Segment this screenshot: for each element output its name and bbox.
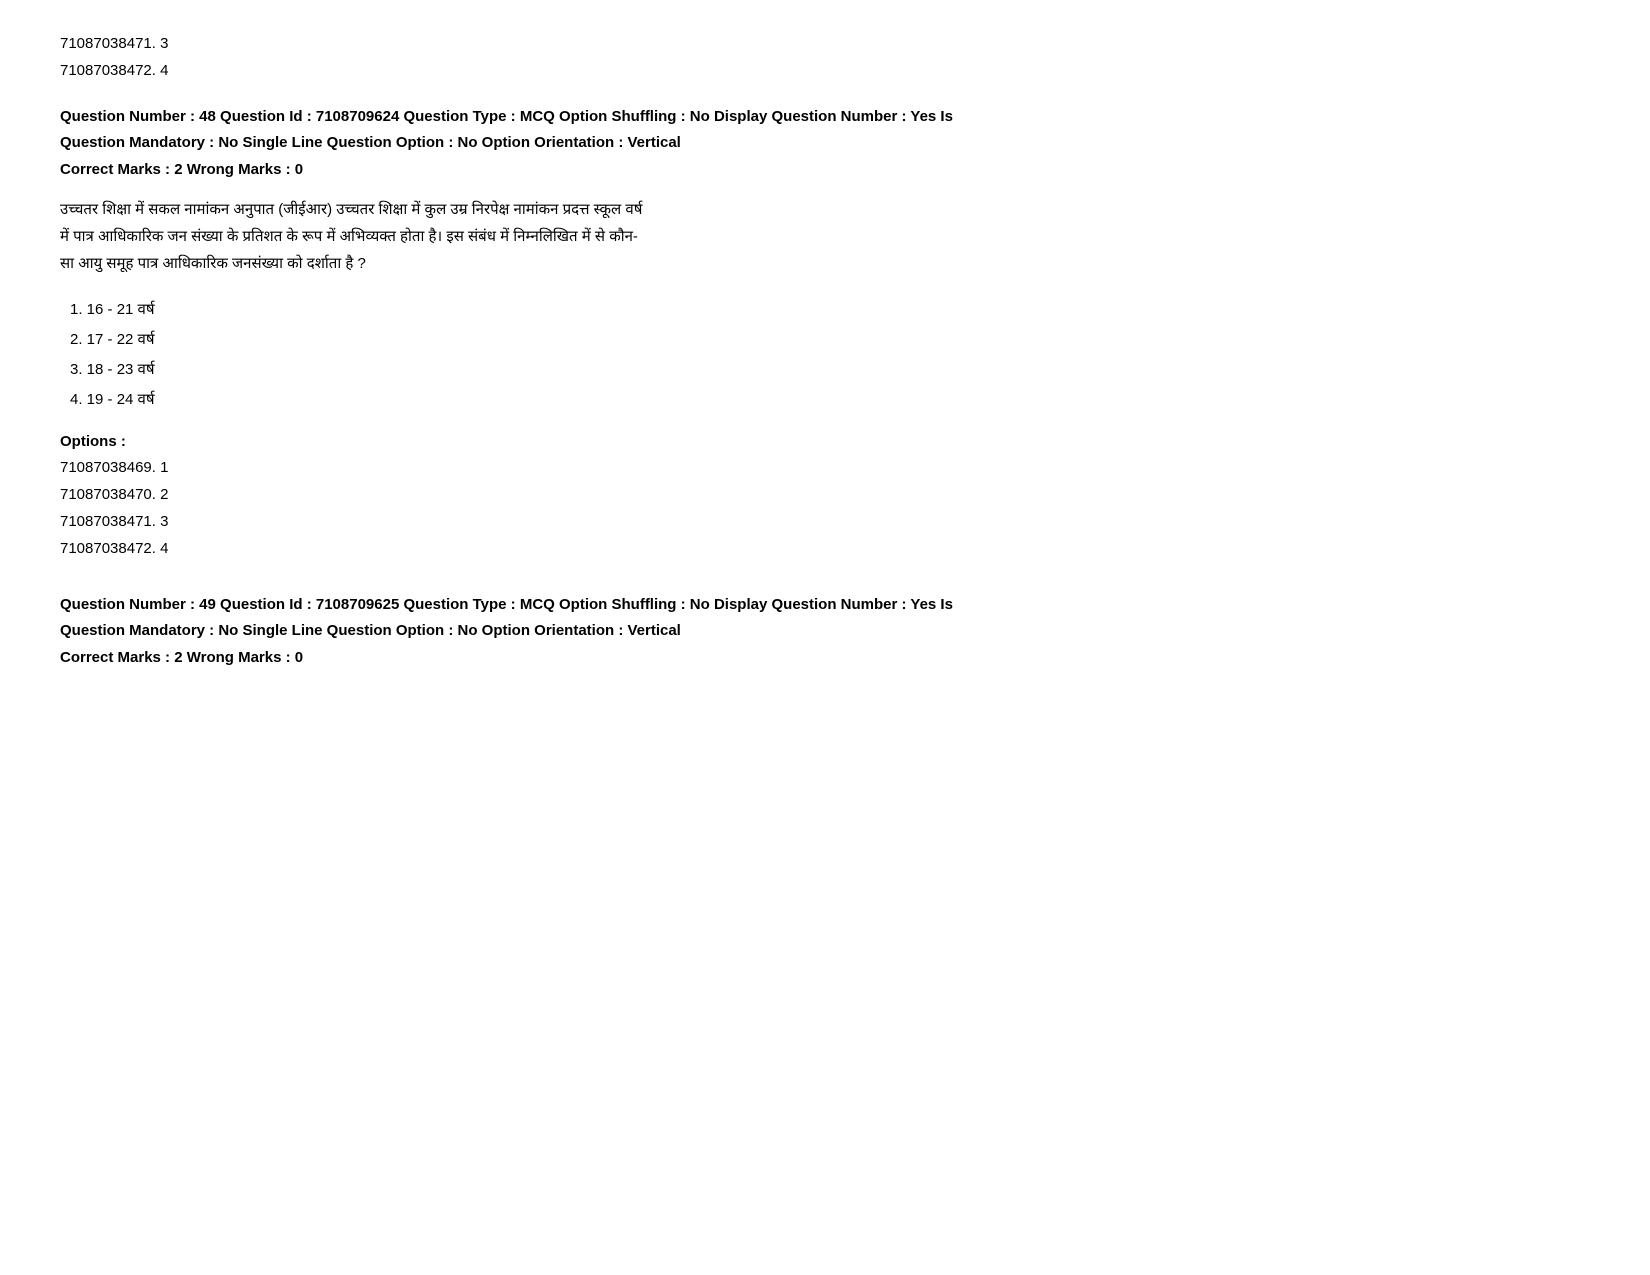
question-48-header-line2: Question Mandatory : No Single Line Ques…: [60, 130, 1590, 156]
question-49-marks: Correct Marks : 2 Wrong Marks : 0: [60, 649, 1590, 666]
choice-1: 1. 16 - 21 वर्ष: [70, 295, 1590, 325]
question-48-body: उच्चतर शिक्षा में सकल नामांकन अनुपात (जी…: [60, 196, 1590, 277]
choice-2: 2. 17 - 22 वर्ष: [70, 325, 1590, 355]
question-48-section: Question Number : 48 Question Id : 71087…: [60, 104, 1590, 562]
question-48-header: Question Number : 48 Question Id : 71087…: [60, 104, 1590, 155]
ans-opt-2: 71087038470. 2: [60, 481, 1590, 508]
ans-opt-4: 71087038472. 4: [60, 535, 1590, 562]
question-48-body-line1: उच्चतर शिक्षा में सकल नामांकन अनुपात (जी…: [60, 196, 1590, 223]
options-label-48: Options :: [60, 433, 1590, 450]
question-49-section: Question Number : 49 Question Id : 71087…: [60, 592, 1590, 666]
question-48-marks: Correct Marks : 2 Wrong Marks : 0: [60, 161, 1590, 178]
question-49-header: Question Number : 49 Question Id : 71087…: [60, 592, 1590, 643]
ans-opt-3: 71087038471. 3: [60, 508, 1590, 535]
question-48-answer-options: 71087038469. 1 71087038470. 2 7108703847…: [60, 454, 1590, 562]
question-49-header-line1: Question Number : 49 Question Id : 71087…: [60, 592, 1590, 618]
choice-4: 4. 19 - 24 वर्ष: [70, 385, 1590, 415]
prev-option-3: 71087038471. 3: [60, 30, 1590, 57]
question-48-header-line1: Question Number : 48 Question Id : 71087…: [60, 104, 1590, 130]
prev-question-options: 71087038471. 3 71087038472. 4: [60, 30, 1590, 84]
ans-opt-1: 71087038469. 1: [60, 454, 1590, 481]
prev-option-4: 71087038472. 4: [60, 57, 1590, 84]
question-48-body-line3: सा आयु समूह पात्र आधिकारिक जनसंख्या को द…: [60, 250, 1590, 277]
question-49-header-line2: Question Mandatory : No Single Line Ques…: [60, 618, 1590, 644]
question-48-body-line2: में पात्र आधिकारिक जन संख्या के प्रतिशत …: [60, 223, 1590, 250]
choice-3: 3. 18 - 23 वर्ष: [70, 355, 1590, 385]
question-48-choices: 1. 16 - 21 वर्ष 2. 17 - 22 वर्ष 3. 18 - …: [70, 295, 1590, 415]
